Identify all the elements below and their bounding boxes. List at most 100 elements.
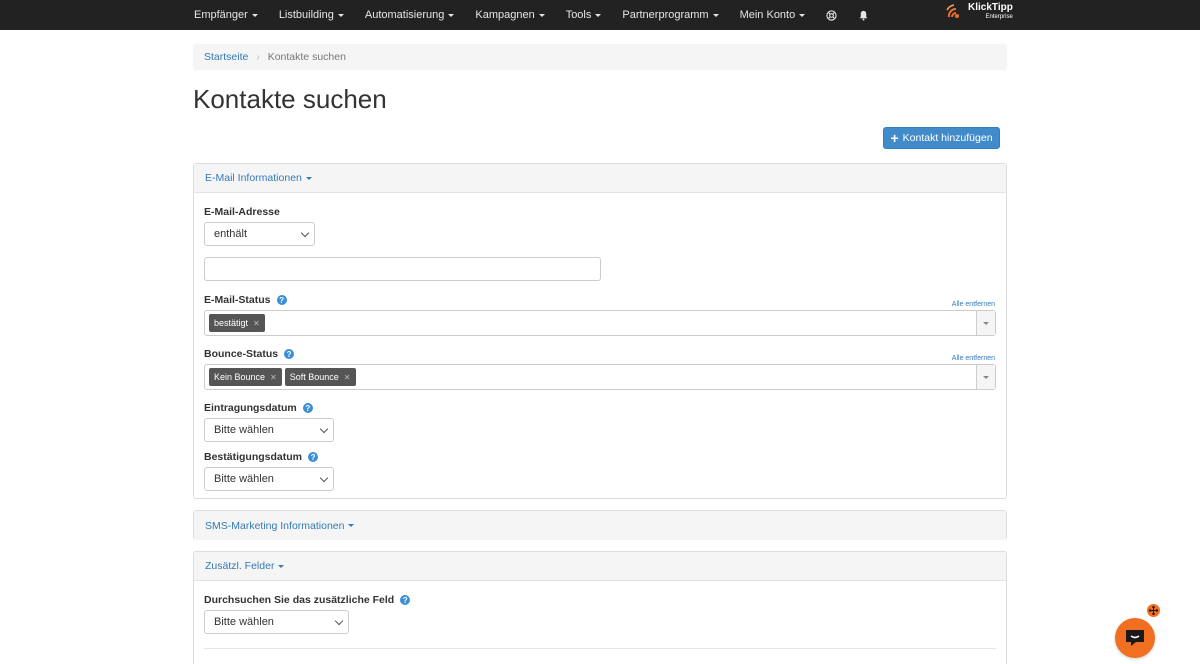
caret-down-icon: [278, 564, 285, 568]
caret-down-icon: [448, 13, 455, 17]
email-status-label: E-Mail-Status?: [204, 294, 287, 306]
panel-heading-label: E-Mail Informationen: [205, 172, 302, 184]
caret-down-icon: [348, 524, 355, 527]
nav-label: Kampagnen: [475, 9, 535, 21]
bounce-status-label: Bounce-Status?: [204, 348, 295, 360]
top-navbar: Empfänger Listbuilding Automatisierung K…: [0, 0, 1200, 30]
nav-label: Partnerprogramm: [622, 9, 709, 21]
remove-tag-icon[interactable]: ✕: [253, 319, 260, 328]
email-operator-select[interactable]: enthält: [204, 222, 315, 246]
nav-label: Empfänger: [194, 9, 248, 21]
chevron-right-icon: ›: [256, 51, 260, 63]
label-text: E-Mail-Status: [204, 294, 271, 306]
question-help-icon[interactable]: ?: [276, 295, 287, 305]
caret-down-icon: [251, 13, 258, 17]
select-value: Bitte wählen: [214, 473, 274, 485]
chevron-down-icon: [300, 228, 310, 238]
brand-subtitle: Enterprise: [985, 14, 1013, 20]
email-address-label: E-Mail-Adresse: [204, 206, 280, 218]
email-status-remove-all[interactable]: Alle entfernen: [952, 301, 995, 308]
help-circle-icon[interactable]: [826, 9, 837, 21]
tag-label: Kein Bounce: [214, 372, 266, 382]
status-tag: Soft Bounce ✕: [284, 368, 356, 386]
tag-label: bestätigt: [214, 318, 249, 328]
nav-tools[interactable]: Tools: [566, 9, 602, 21]
caret-down-icon: [337, 13, 344, 17]
label-text: Bestätigungsdatum: [204, 451, 303, 463]
nav-label: Automatisierung: [364, 9, 445, 21]
additional-fields-panel: Zusätzl. Felder Durchsuchen Sie das zusä…: [193, 551, 1007, 664]
nav-partnerprogramm[interactable]: Partnerprogramm: [622, 9, 719, 21]
status-tag: Kein Bounce ✕: [209, 368, 282, 386]
chat-widget-button[interactable]: [1115, 618, 1155, 658]
email-address-input[interactable]: [204, 257, 601, 281]
move-handle-icon[interactable]: [1147, 604, 1160, 617]
additional-field-select[interactable]: Bitte wählen: [204, 610, 349, 634]
chat-bubble-icon: [1126, 630, 1144, 646]
breadcrumb: Startseite › Kontakte suchen: [193, 44, 1007, 70]
section-divider: [204, 648, 996, 649]
multiselect-dropdown-toggle[interactable]: [976, 311, 995, 335]
select-value: Bitte wählen: [214, 424, 274, 436]
question-help-icon[interactable]: ?: [302, 403, 313, 413]
brand-name: KlickTipp: [968, 2, 1013, 13]
panel-heading-label: Zusätzl. Felder: [205, 560, 275, 572]
signup-date-label: Eintragungsdatum?: [204, 402, 313, 414]
nav-automatisierung[interactable]: Automatisierung: [365, 9, 455, 21]
nav-kampagnen[interactable]: Kampagnen: [475, 9, 545, 21]
label-text: Eintragungsdatum: [204, 402, 297, 414]
nav-mein-konto[interactable]: Mein Konto: [740, 9, 806, 21]
signup-date-select[interactable]: Bitte wählen: [204, 418, 334, 442]
remove-tag-icon[interactable]: ✕: [344, 373, 351, 382]
chevron-down-icon: [334, 616, 344, 626]
breadcrumb-current: Kontakte suchen: [267, 51, 346, 63]
multiselect-dropdown-toggle[interactable]: [976, 365, 995, 389]
question-help-icon[interactable]: ?: [308, 452, 319, 462]
caret-down-icon: [799, 13, 806, 17]
caret-down-icon: [538, 13, 545, 17]
nav-empfaenger[interactable]: Empfänger: [194, 9, 258, 21]
bounce-status-remove-all[interactable]: Alle entfernen: [952, 355, 995, 362]
caret-down-icon: [983, 375, 989, 379]
nav-label: Mein Konto: [739, 9, 796, 21]
nav-label: Tools: [565, 9, 592, 21]
bounce-status-multiselect[interactable]: Kein Bounce ✕ Soft Bounce ✕: [204, 364, 996, 390]
email-info-panel: E-Mail Informationen E-Mail-Adresse enth…: [193, 163, 1007, 499]
confirm-date-label: Bestätigungsdatum?: [204, 451, 319, 463]
question-help-icon[interactable]: ?: [400, 595, 411, 605]
add-contact-button[interactable]: + Kontakt hinzufügen: [883, 127, 1000, 149]
select-value: Bitte wählen: [214, 616, 274, 628]
chevron-down-icon: [319, 424, 329, 434]
label-text: Durchsuchen Sie das zusätzliche Feld: [204, 594, 395, 606]
klicktipp-logo-icon: [946, 3, 959, 18]
label-text: Bounce-Status: [204, 348, 279, 360]
nav-label: Listbuilding: [278, 9, 334, 21]
question-help-icon[interactable]: ?: [284, 349, 295, 359]
breadcrumb-home-link[interactable]: Startseite: [204, 51, 248, 63]
label-text: E-Mail-Adresse: [204, 206, 280, 218]
select-value: enthält: [214, 228, 248, 240]
sms-info-toggle[interactable]: SMS-Marketing Informationen: [194, 511, 1006, 540]
nav-listbuilding[interactable]: Listbuilding: [279, 9, 344, 21]
email-status-multiselect[interactable]: bestätigt ✕: [204, 310, 996, 336]
caret-down-icon: [595, 13, 602, 17]
page-title: Kontakte suchen: [193, 84, 387, 114]
nav-menu: Empfänger Listbuilding Automatisierung K…: [194, 0, 890, 30]
remove-tag-icon[interactable]: ✕: [270, 373, 277, 382]
chevron-down-icon: [319, 473, 329, 483]
add-contact-label: Kontakt hinzufügen: [902, 132, 993, 144]
email-info-toggle[interactable]: E-Mail Informationen: [194, 164, 1006, 193]
bell-icon[interactable]: [858, 10, 869, 21]
additional-fields-toggle[interactable]: Zusätzl. Felder: [194, 552, 1006, 581]
tag-label: Soft Bounce: [289, 372, 339, 382]
additional-field-label: Durchsuchen Sie das zusätzliche Feld?: [204, 594, 411, 606]
caret-down-icon: [712, 13, 719, 17]
plus-icon: +: [890, 130, 899, 146]
caret-down-icon: [983, 321, 989, 325]
caret-down-icon: [305, 176, 312, 180]
brand-text: KlickTipp Enterprise: [968, 2, 1013, 21]
brand-logo[interactable]: KlickTipp Enterprise: [946, 3, 1013, 20]
confirm-date-select[interactable]: Bitte wählen: [204, 467, 334, 491]
sms-info-panel: SMS-Marketing Informationen: [193, 510, 1007, 540]
status-tag: bestätigt ✕: [209, 314, 265, 332]
